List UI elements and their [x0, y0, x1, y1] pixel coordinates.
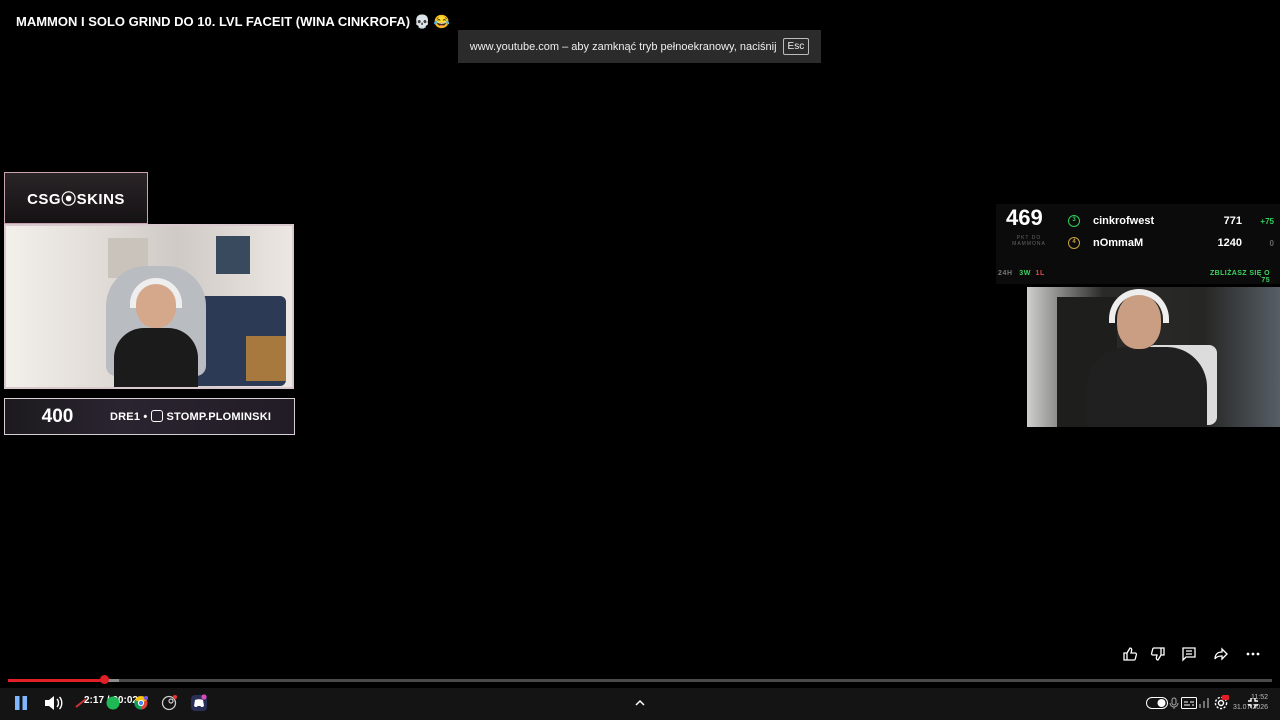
score-value: 469 [1006, 205, 1043, 230]
like-button[interactable] [1120, 644, 1140, 664]
thumbs-up-icon [1123, 647, 1138, 661]
share-icon [1214, 647, 1228, 661]
scrubber-handle[interactable] [99, 675, 109, 684]
player-name: nOmmaM [1093, 237, 1144, 249]
dislike-button[interactable] [1148, 644, 1168, 664]
taskbar-chrome[interactable] [132, 692, 150, 714]
app-icon [75, 698, 87, 708]
fullscreen-notice: www.youtube.com – aby zamknąć tryb pełno… [458, 30, 821, 63]
thumbs-down-icon [1150, 647, 1165, 661]
video-title: MAMMON I SOLO GRIND DO 10. LVL FACEIT (W… [16, 14, 450, 30]
volume-button[interactable] [42, 692, 66, 714]
fullscreen-notice-text: www.youtube.com – aby zamknąć tryb pełno… [469, 40, 777, 53]
record-losses: 1L [1035, 270, 1045, 277]
record-wins: 3W [1019, 270, 1031, 277]
tray-mic[interactable] [1168, 692, 1180, 714]
taskbar-discord[interactable] [188, 692, 210, 714]
toggle-icon [1146, 697, 1168, 709]
progress-bar[interactable] [8, 679, 1272, 682]
esc-key-badge: Esc [782, 38, 810, 55]
streamer-webcam-left [4, 224, 294, 389]
stream-info-bar: 400 DRE1 • STOMP.PLOMINSKI [4, 398, 295, 435]
taskbar-steam[interactable] [160, 692, 178, 714]
volume-icon [45, 696, 63, 710]
player-delta: +75 [1260, 216, 1274, 226]
social-handle: DRE1 • STOMP.PLOMINSKI [110, 410, 271, 423]
video-title-emoji: 💀 😂 [414, 14, 451, 29]
spotify-icon [106, 696, 120, 710]
taskbar-app-icon[interactable] [74, 692, 88, 714]
match-record: 24H 3W 1L [998, 270, 1045, 277]
player-points: 1240 [1217, 237, 1242, 249]
streamer-webcam-right [1027, 287, 1280, 427]
network-icon [1199, 698, 1209, 708]
captions-icon [1181, 697, 1197, 709]
more-dots-icon [1246, 652, 1260, 656]
chevron-up-icon [635, 699, 645, 706]
points-gap-text: ZBLIŻASZ SIĘ O 75 [1209, 270, 1270, 284]
instagram-icon [151, 410, 164, 422]
comments-button[interactable] [1179, 644, 1199, 664]
stream-counter: 400 [41, 405, 74, 427]
instagram-handle: STOMP.PLOMINSKI [166, 411, 272, 423]
exit-fullscreen-icon [1248, 698, 1258, 708]
microphone-icon [1169, 697, 1179, 709]
share-button[interactable] [1211, 644, 1231, 664]
clock-date: 31.07.2026 [1232, 704, 1268, 711]
clock-time: 11:52 [1251, 694, 1268, 701]
social-prefix: DRE1 • [110, 411, 148, 423]
system-clock: 11:52 31.07.2026 [1222, 693, 1268, 713]
steam-icon [161, 695, 177, 711]
browser-icon [134, 696, 148, 710]
subtitles-button[interactable] [1180, 692, 1198, 714]
pause-button[interactable] [10, 692, 32, 714]
expand-up-button[interactable] [630, 692, 650, 714]
faceit-level-icon: 4 [1068, 237, 1080, 249]
pause-icon [15, 696, 27, 710]
taskbar-spotify[interactable] [104, 692, 122, 714]
player-delta: 0 [1269, 238, 1274, 248]
score-caption: PKT DO MAMMONA [1012, 235, 1046, 247]
tray-network[interactable] [1198, 692, 1210, 714]
comment-icon [1182, 647, 1196, 662]
video-title-text: MAMMON I SOLO GRIND DO 10. LVL FACEIT (W… [16, 14, 411, 29]
player-points: 771 [1223, 215, 1242, 227]
discord-icon [191, 694, 207, 711]
progress-played [8, 679, 105, 682]
player-name: cinkrofwest [1093, 215, 1155, 227]
sponsor-logo: CSG⦿SKINS [4, 172, 148, 224]
faceit-level-icon: 3 [1068, 215, 1080, 227]
fullscreen-exit-button[interactable] [1246, 692, 1260, 714]
player-row-1: 3 cinkrofwest 771 +75 [1068, 213, 1274, 229]
player-row-2: 4 nOmmaM 1240 0 [1068, 235, 1274, 251]
record-period: 24H [998, 270, 1013, 277]
more-actions-button[interactable] [1243, 644, 1263, 664]
autoplay-toggle[interactable] [1146, 692, 1168, 714]
